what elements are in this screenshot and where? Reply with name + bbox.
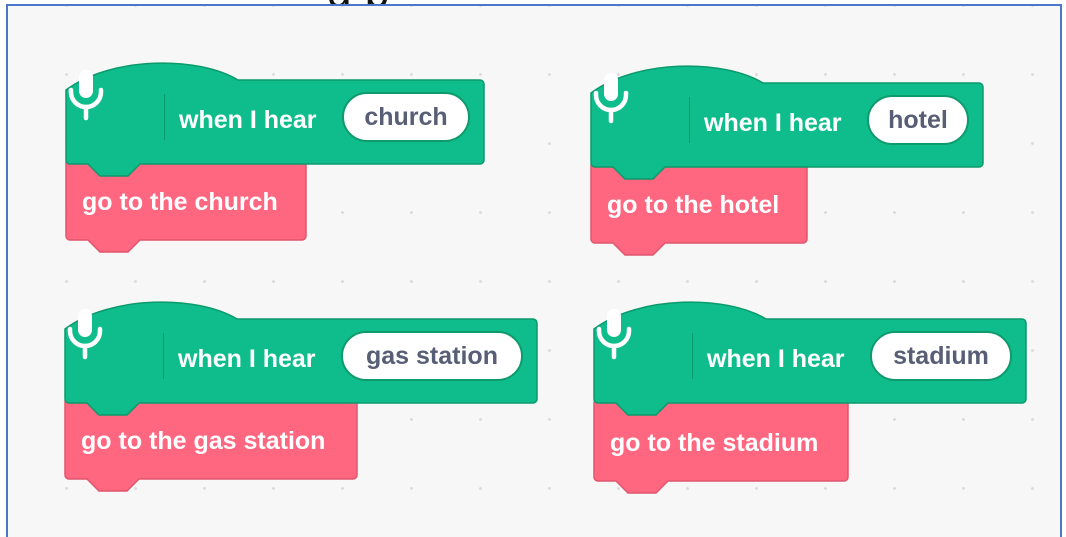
icon-divider: [163, 333, 164, 379]
phrase-value: gas station: [366, 341, 498, 370]
action-label: go to the stadium: [610, 429, 819, 457]
microphone-icon: [593, 73, 629, 124]
icon-divider: [689, 97, 690, 143]
microphone-icon: [68, 70, 104, 121]
when-i-hear-label: when I hear: [179, 106, 317, 134]
phrase-input[interactable]: stadium: [870, 331, 1012, 381]
action-label: go to the church: [82, 188, 278, 216]
when-i-hear-label: when I hear: [707, 345, 845, 373]
phrase-value: church: [364, 102, 448, 131]
action-label: go to the gas station: [81, 427, 326, 455]
microphone-icon: [596, 309, 632, 360]
microphone-icon: [67, 309, 103, 360]
phrase-value: stadium: [893, 341, 989, 370]
when-i-hear-label: when I hear: [704, 109, 842, 137]
phrase-input[interactable]: gas station: [341, 331, 523, 381]
icon-divider: [164, 94, 165, 140]
when-i-hear-label: when I hear: [178, 345, 316, 373]
action-label: go to the hotel: [607, 191, 780, 219]
phrase-value: hotel: [888, 105, 948, 134]
phrase-input[interactable]: church: [342, 92, 470, 142]
code-canvas[interactable]: go to the church when I hear church go t…: [6, 4, 1062, 537]
icon-divider: [692, 333, 693, 379]
phrase-input[interactable]: hotel: [867, 95, 969, 145]
